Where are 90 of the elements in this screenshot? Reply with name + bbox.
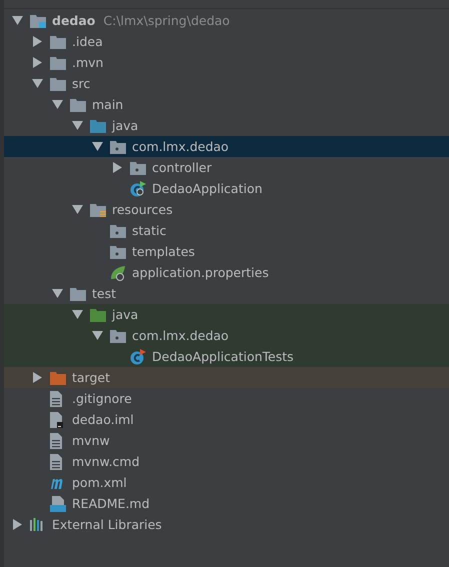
item-label: application.properties: [132, 265, 269, 280]
tree-row[interactable]: .mvn: [4, 52, 449, 73]
tree-row[interactable]: com.lmx.dedao: [4, 325, 449, 346]
tree-row[interactable]: java: [4, 304, 449, 325]
item-label: java: [112, 307, 138, 322]
collapsed-arrow-icon[interactable]: [112, 162, 122, 173]
tree-row[interactable]: test: [4, 283, 449, 304]
expanded-arrow-icon[interactable]: [92, 142, 102, 151]
item-label: controller: [152, 160, 212, 175]
tree-row[interactable]: static: [4, 220, 449, 241]
item-label: com.lmx.dedao: [132, 328, 229, 343]
class-icon: [130, 348, 146, 364]
item-label: src: [72, 76, 90, 91]
item-label: mvnw: [72, 433, 110, 448]
tree-row[interactable]: controller: [4, 157, 449, 178]
expanded-arrow-icon[interactable]: [32, 79, 42, 88]
folder-icon: [90, 308, 106, 322]
collapsed-arrow-icon[interactable]: [12, 519, 22, 530]
expanded-arrow-icon[interactable]: [12, 16, 22, 25]
tree-row[interactable]: .idea: [4, 31, 449, 52]
tree-row[interactable]: resources: [4, 199, 449, 220]
collapsed-arrow-icon[interactable]: [32, 36, 42, 47]
folder-icon: [50, 370, 66, 384]
class-icon: [130, 180, 146, 196]
expanded-arrow-icon[interactable]: [72, 121, 82, 130]
libraries-icon: [30, 518, 44, 531]
item-label: com.lmx.dedao: [132, 139, 229, 154]
item-label: DedaoApplicationTests: [152, 349, 294, 364]
item-label: .idea: [72, 34, 103, 49]
folder-icon: [50, 76, 66, 90]
file-icon: [50, 454, 63, 470]
tree-row[interactable]: main: [4, 94, 449, 115]
module-folder-icon: [30, 14, 46, 28]
tree-row[interactable]: DedaoApplicationTests: [4, 346, 449, 367]
tree-row[interactable]: application.properties: [4, 262, 449, 283]
folder-icon: [90, 118, 106, 132]
expanded-arrow-icon[interactable]: [72, 205, 82, 214]
resources-folder-icon: [90, 202, 106, 216]
tree-row[interactable]: mvnw.cmd: [4, 451, 449, 472]
tree-row[interactable]: dedao.iml: [4, 409, 449, 430]
item-label: static: [132, 223, 166, 238]
tree-row[interactable]: java: [4, 115, 449, 136]
folder-icon: [70, 286, 86, 300]
file-icon: [50, 432, 63, 448]
tree-row[interactable]: DedaoApplication: [4, 178, 449, 199]
item-label: .gitignore: [72, 391, 132, 406]
file-icon: [50, 412, 63, 428]
package-folder-icon: [110, 328, 126, 342]
item-label: dedao.iml: [72, 412, 134, 427]
item-label: dedao: [52, 13, 96, 28]
tree-row[interactable]: .gitignore: [4, 388, 449, 409]
package-folder-icon: [110, 224, 126, 238]
leaf-icon: [110, 264, 126, 280]
expanded-arrow-icon[interactable]: [52, 289, 62, 298]
item-label: DedaoApplication: [152, 181, 262, 196]
folder-icon: [50, 56, 66, 70]
markdown-file-icon: [50, 496, 66, 512]
expanded-arrow-icon[interactable]: [52, 100, 62, 109]
tree-row[interactable]: External Libraries: [4, 514, 449, 535]
package-folder-icon: [130, 160, 146, 174]
maven-icon: [50, 476, 65, 488]
item-label: templates: [132, 244, 195, 259]
tree-row[interactable]: target: [4, 367, 449, 388]
item-label: .mvn: [72, 55, 104, 70]
item-label: External Libraries: [52, 517, 162, 532]
tree-row[interactable]: pom.xml: [4, 472, 449, 493]
collapsed-arrow-icon[interactable]: [32, 372, 42, 383]
tree-row[interactable]: src: [4, 73, 449, 94]
folder-icon: [70, 98, 86, 112]
item-label: README.md: [72, 496, 150, 511]
tree-row[interactable]: templates: [4, 241, 449, 262]
item-label: java: [112, 118, 138, 133]
tree-row[interactable]: dedao C:\lmx\spring\dedao: [4, 10, 449, 31]
folder-icon: [50, 34, 66, 48]
file-icon: [50, 390, 63, 406]
item-label: main: [92, 97, 124, 112]
expanded-arrow-icon[interactable]: [72, 310, 82, 319]
item-label: pom.xml: [72, 475, 127, 490]
expanded-arrow-icon[interactable]: [92, 331, 102, 340]
item-label: mvnw.cmd: [72, 454, 140, 469]
tree-row[interactable]: com.lmx.dedao: [4, 136, 449, 157]
tree-row[interactable]: README.md: [4, 493, 449, 514]
package-folder-icon: [110, 244, 126, 258]
item-label: test: [92, 286, 116, 301]
collapsed-arrow-icon[interactable]: [32, 57, 42, 68]
tree-row[interactable]: mvnw: [4, 430, 449, 451]
item-label: resources: [112, 202, 173, 217]
path-label: C:\lmx\spring\dedao: [103, 13, 230, 28]
item-label: target: [72, 370, 110, 385]
package-folder-icon: [110, 140, 126, 154]
